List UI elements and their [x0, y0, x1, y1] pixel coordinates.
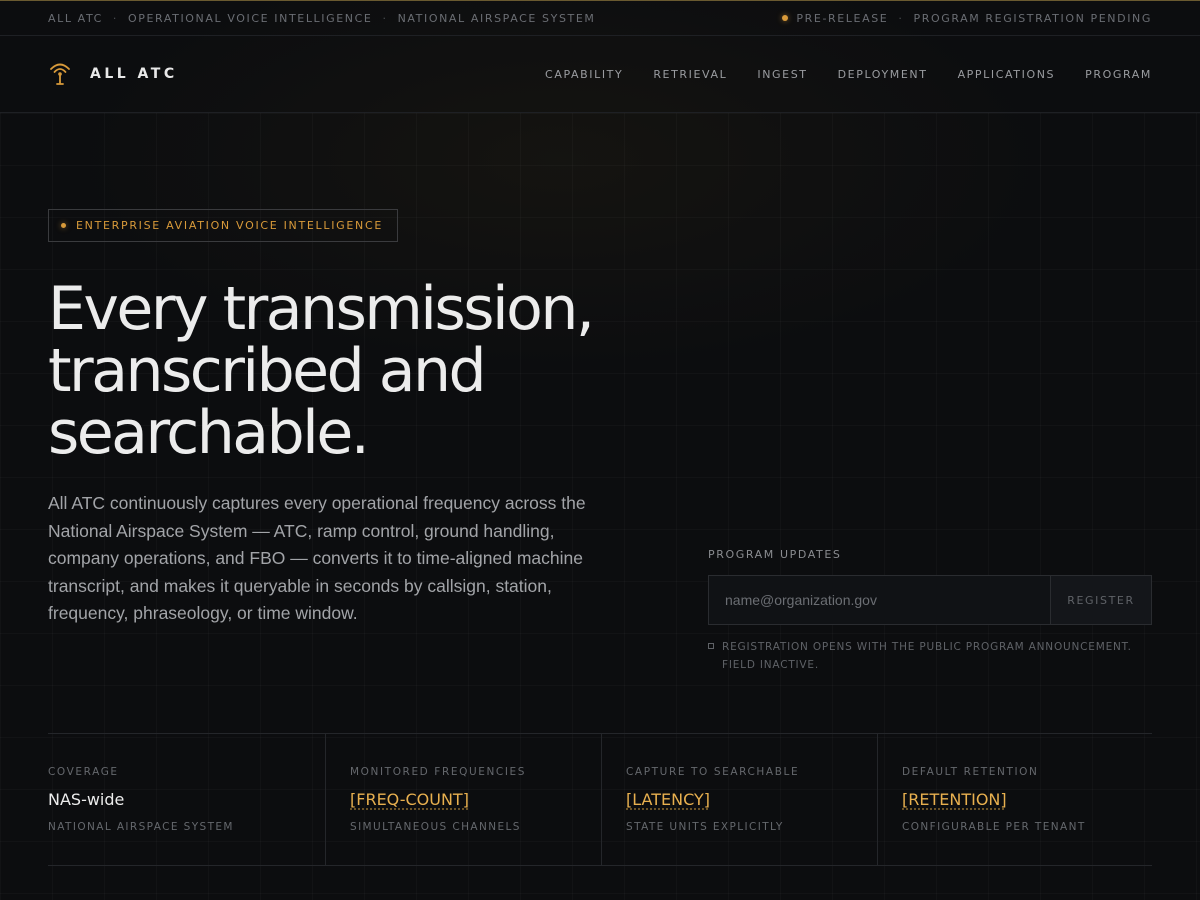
stat-subtitle: CONFIGURABLE PER TENANT	[902, 821, 1086, 833]
nav-capability[interactable]: CAPABILITY	[545, 68, 623, 81]
stat-frequencies: MONITORED FREQUENCIES [FREQ-COUNT] SIMUL…	[325, 734, 601, 865]
separator-dot: ·	[112, 11, 119, 25]
status-indicator-icon	[782, 15, 789, 21]
badge-dot-icon	[61, 223, 66, 228]
separator-dot: ·	[898, 11, 904, 25]
registration-note: REGISTRATION OPENS WITH THE PUBLIC PROGR…	[708, 638, 1152, 674]
topbar-item: OPERATIONAL VOICE INTELLIGENCE	[128, 11, 373, 25]
stat-retention: DEFAULT RETENTION [RETENTION] CONFIGURAB…	[877, 734, 1152, 865]
stat-key: DEFAULT RETENTION	[902, 766, 1039, 778]
nav-program[interactable]: PROGRAM	[1085, 68, 1152, 81]
hero-title-line: transcribed and	[48, 336, 487, 406]
hero-badge-label: ENTERPRISE AVIATION VOICE INTELLIGENCE	[76, 219, 383, 232]
hero-title: Every transmission, transcribed and sear…	[48, 278, 688, 464]
separator-dot: ·	[382, 11, 388, 25]
registration-form: REGISTER	[708, 575, 1152, 625]
stat-value: [FREQ-COUNT]	[350, 790, 469, 809]
status-text: PRE-RELEASE	[796, 11, 889, 25]
nav-applications[interactable]: APPLICATIONS	[958, 68, 1056, 81]
program-updates-label: PROGRAM UPDATES	[708, 548, 842, 561]
topbar-item: ALL ATC	[48, 11, 103, 25]
main-navbar: ALL ATC CAPABILITY RETRIEVAL INGEST DEPL…	[0, 36, 1200, 113]
stats-strip: COVERAGE NAS-wide NATIONAL AIRSPACE SYST…	[48, 733, 1152, 866]
hero-title-line: searchable.	[48, 398, 370, 468]
stat-subtitle: STATE UNITS EXPLICITLY	[626, 821, 784, 833]
topbar-item: NATIONAL AIRSPACE SYSTEM	[397, 11, 596, 25]
stat-key: CAPTURE TO SEARCHABLE	[626, 766, 800, 778]
hero-badge: ENTERPRISE AVIATION VOICE INTELLIGENCE	[48, 209, 398, 242]
registration-status: PROGRAM REGISTRATION PENDING	[913, 11, 1152, 25]
stat-key: COVERAGE	[48, 766, 119, 778]
email-field[interactable]	[709, 576, 1050, 624]
square-bullet-icon	[708, 643, 714, 649]
stat-value: [RETENTION]	[902, 790, 1007, 809]
hero-title-line: Every transmission,	[48, 274, 595, 344]
nav-deployment[interactable]: DEPLOYMENT	[838, 68, 928, 81]
nav-ingest[interactable]: INGEST	[757, 68, 807, 81]
stat-key: MONITORED FREQUENCIES	[350, 766, 527, 778]
stat-subtitle: NATIONAL AIRSPACE SYSTEM	[48, 821, 234, 833]
radio-tower-icon	[50, 63, 70, 85]
brand-logo-link[interactable]: ALL ATC	[48, 61, 178, 87]
nav-retrieval[interactable]: RETRIEVAL	[653, 68, 727, 81]
stat-value: [LATENCY]	[626, 790, 710, 809]
register-button[interactable]: REGISTER	[1050, 576, 1151, 624]
stat-coverage: COVERAGE NAS-wide NATIONAL AIRSPACE SYST…	[48, 734, 325, 865]
stat-value: NAS-wide	[48, 790, 125, 809]
stat-latency: CAPTURE TO SEARCHABLE [LATENCY] STATE UN…	[601, 734, 877, 865]
topbar-breadcrumb: ALL ATC · OPERATIONAL VOICE INTELLIGENCE · N…	[48, 12, 596, 25]
registration-note-text: REGISTRATION OPENS WITH THE PUBLIC PROGR…	[722, 641, 1132, 671]
primary-nav: CAPABILITY RETRIEVAL INGEST DEPLOYMENT A…	[515, 68, 1152, 81]
stat-subtitle: SIMULTANEOUS CHANNELS	[350, 821, 521, 833]
hero-description: All ATC continuously captures every oper…	[48, 493, 586, 623]
topbar-status: PRE-RELEASE · PROGRAM REGISTRATION PENDI…	[782, 12, 1152, 25]
brand-name: ALL ATC	[90, 66, 178, 82]
top-status-bar: ALL ATC · OPERATIONAL VOICE INTELLIGENCE · N…	[0, 0, 1200, 36]
